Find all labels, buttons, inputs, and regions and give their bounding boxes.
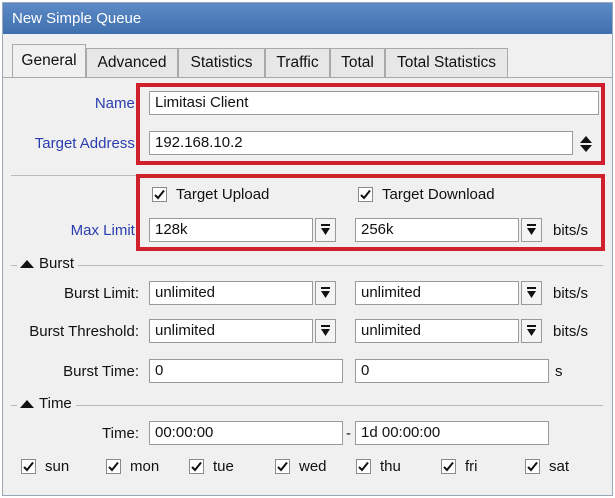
max-limit-label: Max Limit: [70, 222, 139, 239]
burst-threshold-upload-field[interactable]: unlimited [149, 319, 313, 343]
max-limit-unit: bits/s [553, 222, 589, 239]
target-download-checkbox[interactable] [358, 187, 373, 202]
title-bar[interactable]: New Simple Queue [3, 3, 612, 34]
burst-limit-upload-dropdown-button[interactable] [315, 281, 336, 305]
burst-threshold-download-field[interactable]: unlimited [355, 319, 519, 343]
name-label: Name: [94, 95, 139, 112]
tab-total-statistics[interactable]: Total Statistics [385, 48, 508, 77]
time-label: Time: [102, 425, 139, 442]
collapse-triangle-icon [20, 400, 34, 409]
name-field[interactable]: Limitasi Client [149, 91, 599, 115]
max-limit-upload-dropdown-button[interactable] [315, 218, 336, 242]
burst-time-label: Burst Time: [63, 363, 139, 380]
tab-advanced[interactable]: Advanced [86, 48, 178, 77]
burst-limit-download-field[interactable]: unlimited [355, 281, 519, 305]
burst-separator [11, 265, 603, 266]
day-thu-checkbox[interactable] [356, 459, 371, 474]
burst-limit-upload-field[interactable]: unlimited [149, 281, 313, 305]
time-separator [11, 405, 603, 406]
burst-section-header[interactable]: Burst [17, 255, 79, 272]
target-address-label: Target Address: [34, 135, 139, 152]
burst-limit-label: Burst Limit: [63, 285, 139, 302]
new-simple-queue-window: New Simple Queue General Advanced Statis… [2, 2, 613, 496]
burst-threshold-upload-dropdown-button[interactable] [315, 319, 336, 343]
max-limit-upload-field[interactable]: 128k [149, 218, 313, 242]
burst-time-unit: s [555, 363, 563, 380]
target-address-field[interactable]: 192.168.10.2 [149, 131, 573, 155]
window-title: New Simple Queue [12, 10, 142, 27]
time-start-field[interactable]: 00:00:00 [149, 421, 343, 445]
burst-limit-unit: bits/s [553, 285, 589, 302]
time-section-label: Time [39, 395, 72, 412]
burst-section-label: Burst [39, 255, 75, 272]
day-wed-label: wed [299, 458, 327, 475]
day-fri-label: fri [465, 458, 478, 475]
time-end-field[interactable]: 1d 00:00:00 [355, 421, 549, 445]
burst-limit-download-dropdown-button[interactable] [521, 281, 542, 305]
day-mon-checkbox[interactable] [106, 459, 121, 474]
collapse-triangle-icon [20, 260, 34, 269]
tab-total[interactable]: Total [330, 48, 385, 77]
day-tue-checkbox[interactable] [189, 459, 204, 474]
target-upload-checkbox[interactable] [152, 187, 167, 202]
day-tue-label: tue [213, 458, 234, 475]
time-section-header[interactable]: Time [17, 395, 76, 412]
max-limit-download-dropdown-button[interactable] [521, 218, 542, 242]
day-sun-label: sun [45, 458, 70, 475]
burst-threshold-download-dropdown-button[interactable] [521, 319, 542, 343]
tab-general[interactable]: General [12, 44, 86, 78]
day-sat-checkbox[interactable] [525, 459, 540, 474]
time-range-dash: - [346, 425, 351, 442]
separator [11, 175, 603, 176]
tab-divider [3, 77, 612, 78]
day-fri-checkbox[interactable] [441, 459, 456, 474]
tab-statistics[interactable]: Statistics [178, 48, 265, 77]
day-sat-label: sat [549, 458, 570, 475]
day-sun-checkbox[interactable] [21, 459, 36, 474]
day-thu-label: thu [380, 458, 401, 475]
day-mon-label: mon [130, 458, 160, 475]
up-down-arrows-icon[interactable] [579, 134, 593, 154]
target-upload-label: Target Upload [176, 186, 270, 203]
target-download-label: Target Download [382, 186, 495, 203]
burst-threshold-unit: bits/s [553, 323, 589, 340]
max-limit-download-field[interactable]: 256k [355, 218, 519, 242]
burst-time-download-field[interactable]: 0 [355, 359, 549, 383]
burst-threshold-label: Burst Threshold: [29, 323, 139, 340]
tab-traffic[interactable]: Traffic [265, 48, 330, 77]
burst-time-upload-field[interactable]: 0 [149, 359, 343, 383]
tab-bar: General Advanced Statistics Traffic Tota… [3, 34, 612, 78]
day-wed-checkbox[interactable] [275, 459, 290, 474]
